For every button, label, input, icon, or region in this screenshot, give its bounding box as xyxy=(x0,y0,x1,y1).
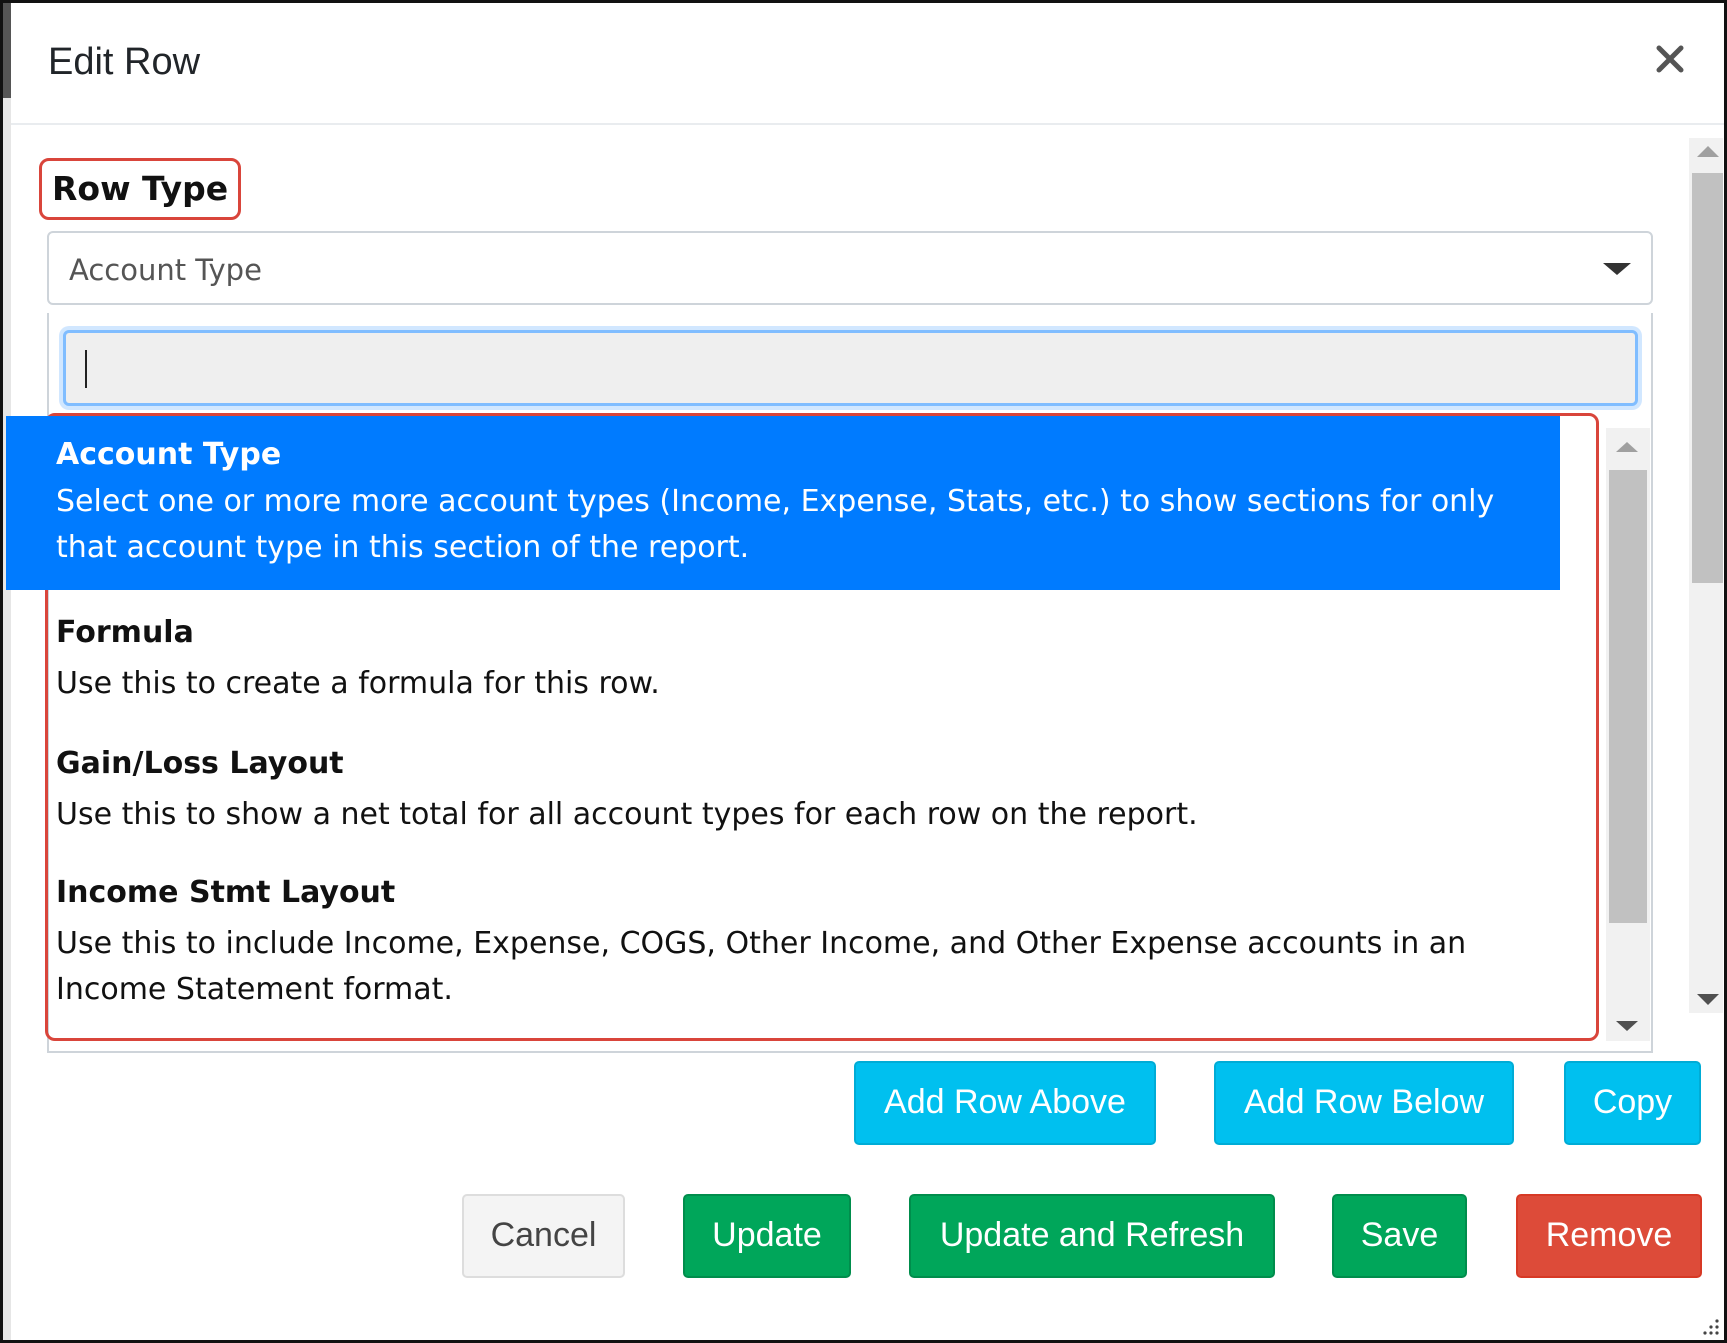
row-type-selected-value: Account Type xyxy=(69,253,262,287)
scroll-up-arrow-icon[interactable] xyxy=(1616,442,1638,452)
remove-button[interactable]: Remove xyxy=(1516,1194,1702,1278)
option-income-stmt-layout[interactable]: Income Stmt Layout Use this to include I… xyxy=(6,859,1560,1037)
dropdown-search-input[interactable] xyxy=(63,330,1638,406)
cancel-button[interactable]: Cancel xyxy=(462,1194,625,1278)
chevron-down-icon xyxy=(1603,263,1631,275)
save-button[interactable]: Save xyxy=(1332,1194,1467,1278)
option-description: Use this to include Income, Expense, COG… xyxy=(56,926,1467,1007)
scrollbar-thumb[interactable] xyxy=(1692,173,1723,583)
option-description: Select one or more more account types (I… xyxy=(56,484,1495,565)
update-button[interactable]: Update xyxy=(683,1194,851,1278)
row-type-select[interactable]: Account Type xyxy=(47,231,1653,305)
option-title: Formula xyxy=(56,615,194,650)
modal-title: Edit Row xyxy=(48,41,201,83)
scrollbar-thumb[interactable] xyxy=(1609,470,1647,923)
option-title: Income Stmt Layout xyxy=(56,875,396,910)
modal-scrollbar[interactable] xyxy=(1689,138,1723,1013)
option-title: Gain/Loss Layout xyxy=(56,746,344,781)
edit-row-modal: Edit Row Row Type Account Type Account T… xyxy=(0,0,1727,1343)
option-account-type[interactable]: Account Type Select one or more more acc… xyxy=(6,416,1560,590)
modal-header: Edit Row xyxy=(11,3,1724,125)
text-cursor xyxy=(85,350,87,388)
update-and-refresh-button[interactable]: Update and Refresh xyxy=(909,1194,1275,1278)
scroll-down-arrow-icon[interactable] xyxy=(1616,1021,1638,1031)
option-formula[interactable]: Formula Use this to create a formula for… xyxy=(6,595,1560,725)
scroll-up-arrow-icon[interactable] xyxy=(1697,146,1719,157)
add-row-above-button[interactable]: Add Row Above xyxy=(854,1061,1156,1145)
resize-grip-icon[interactable] xyxy=(1700,1316,1720,1336)
add-row-below-button[interactable]: Add Row Below xyxy=(1214,1061,1514,1145)
copy-button[interactable]: Copy xyxy=(1564,1061,1701,1145)
close-icon xyxy=(1656,45,1684,73)
option-description: Use this to show a net total for all acc… xyxy=(56,797,1198,832)
scroll-down-arrow-icon[interactable] xyxy=(1697,994,1719,1005)
option-gain-loss-layout[interactable]: Gain/Loss Layout Use this to show a net … xyxy=(6,727,1560,857)
options-scrollbar[interactable] xyxy=(1606,428,1650,1041)
close-button[interactable] xyxy=(1648,37,1692,81)
row-type-label: Row Type xyxy=(39,158,242,220)
option-description: Use this to create a formula for this ro… xyxy=(56,666,660,701)
option-title: Account Type xyxy=(56,437,282,472)
